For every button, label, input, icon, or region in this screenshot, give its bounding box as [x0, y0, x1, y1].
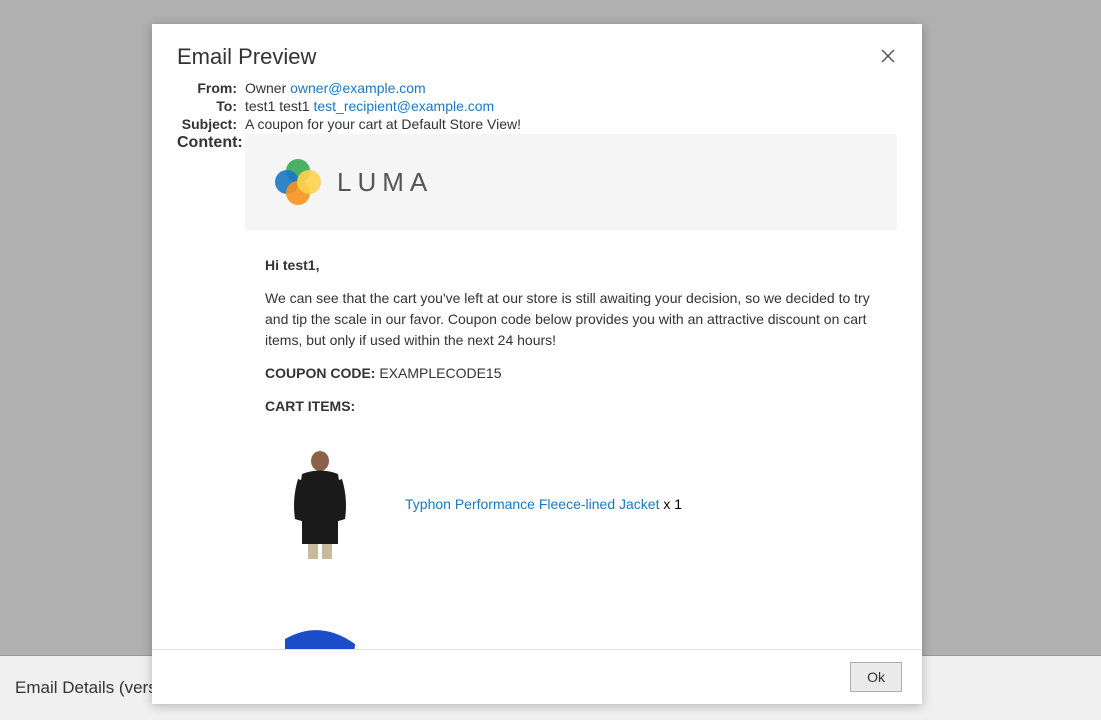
brand-bar: LUMA	[245, 134, 897, 230]
jacket-icon	[280, 449, 360, 559]
modal-body[interactable]: From: Owner owner@example.com To: test1 …	[152, 80, 922, 649]
from-email-link[interactable]: owner@example.com	[290, 80, 426, 96]
cart-item-row: Sprite Yoga Strap 6 foot x 1	[265, 584, 877, 649]
from-label: From:	[177, 80, 237, 96]
email-inner: LUMA Hi test1, We can see that the cart …	[245, 134, 897, 649]
yoga-strap-icon	[270, 614, 370, 649]
product-link[interactable]: Typhon Performance Fleece-lined Jacket	[405, 496, 659, 512]
cart-item-row: Typhon Performance Fleece-lined Jacket x…	[265, 434, 877, 584]
modal-footer: Ok	[152, 649, 922, 704]
to-label: To:	[177, 98, 237, 114]
cart-item-desc: Typhon Performance Fleece-lined Jacket x…	[405, 496, 682, 512]
content-label: Content:	[177, 134, 237, 649]
backdrop-section-title: Email Details (versi	[15, 678, 160, 698]
product-qty: x 1	[659, 496, 682, 512]
from-value: Owner owner@example.com	[245, 80, 897, 96]
email-preview-modal: Email Preview From: Owner owner@example.…	[152, 24, 922, 704]
brand-name: LUMA	[337, 167, 433, 198]
to-email-link[interactable]: test_recipient@example.com	[313, 98, 494, 114]
coupon-code: EXAMPLECODE15	[379, 365, 501, 381]
product-image	[265, 599, 375, 649]
ok-button[interactable]: Ok	[850, 662, 902, 692]
body-paragraph: We can see that the cart you've left at …	[265, 288, 877, 351]
modal-header: Email Preview	[152, 24, 922, 80]
subject-label: Subject:	[177, 116, 237, 132]
email-content-row: Content: LUMA Hi test1, We can see that …	[177, 134, 897, 649]
luma-logo-icon	[275, 159, 321, 205]
close-icon	[879, 47, 897, 65]
email-body-text: Hi test1, We can see that the cart you'v…	[245, 230, 897, 417]
cart-items-list: Typhon Performance Fleece-lined Jacket x…	[245, 429, 897, 649]
product-image	[265, 449, 375, 559]
email-meta: From: Owner owner@example.com To: test1 …	[177, 80, 897, 132]
to-name: test1 test1	[245, 98, 310, 114]
greeting: Hi test1,	[265, 257, 319, 273]
subject-value: A coupon for your cart at Default Store …	[245, 116, 897, 132]
from-name: Owner	[245, 80, 286, 96]
cart-items-label: CART ITEMS:	[265, 398, 355, 414]
close-button[interactable]	[874, 42, 902, 70]
to-value: test1 test1 test_recipient@example.com	[245, 98, 897, 114]
coupon-label: COUPON CODE:	[265, 365, 375, 381]
modal-title: Email Preview	[177, 44, 897, 70]
